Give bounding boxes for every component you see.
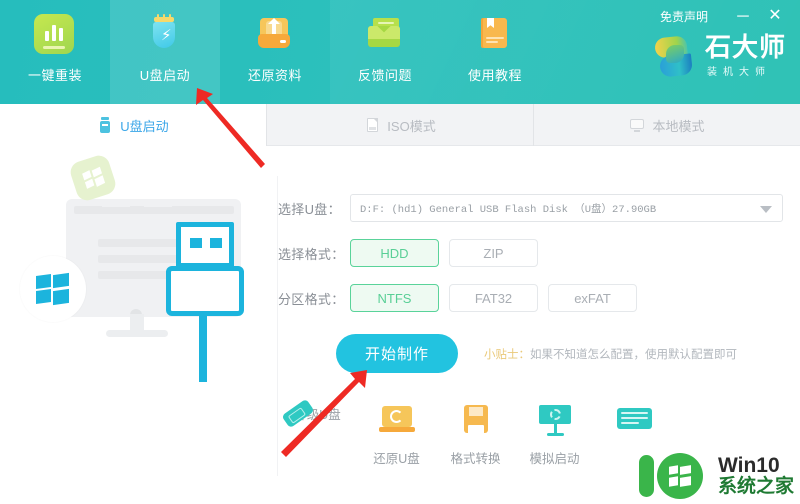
usb-illustration (18, 154, 273, 434)
nav-label: 反馈问题 (358, 65, 412, 84)
tab-iso-mode[interactable]: ISO模式 (267, 104, 534, 146)
usb-select-value: D:F: (hd1) General USB Flash Disk （U盘）27… (351, 201, 656, 216)
chevron-down-icon (760, 206, 772, 213)
usb-select-dropdown[interactable]: D:F: (hd1) General USB Flash Disk （U盘）27… (350, 194, 783, 222)
nav-item-one-key-reinstall[interactable]: 一键重装 (0, 0, 110, 104)
usb-small-icon (97, 117, 113, 133)
nav-item-tutorial[interactable]: 使用教程 (440, 0, 550, 104)
windows-green-tile-icon (68, 153, 118, 203)
usb-select-row: 选择U盘： D:F: (hd1) General USB Flash Disk … (278, 194, 790, 222)
tab-label: U盘启动 (120, 116, 168, 135)
iso-file-icon (364, 117, 380, 133)
watermark-line-1: Win10 (718, 454, 794, 477)
action-row: 开始制作 小贴士：如果不知道怎么配置，使用默认配置即可 (278, 334, 790, 373)
usb-shield-icon: ⚡ (144, 14, 186, 56)
disclaimer-link[interactable]: 免责声明 (660, 8, 708, 25)
tool-format-convert[interactable]: 格式转换 (436, 404, 515, 467)
mode-tabstrip: U盘启动 ISO模式 本地模式 (0, 104, 800, 146)
format-option-zip[interactable]: ZIP (449, 239, 538, 267)
partition-row: 分区格式： NTFS FAT32 exFAT (278, 284, 790, 312)
tab-usb-boot[interactable]: U盘启动 (0, 104, 267, 146)
tip-text: 小贴士：如果不知道怎么配置，使用默认配置即可 (484, 346, 737, 362)
keyboard-icon (614, 404, 654, 438)
monitor-icon (629, 117, 645, 133)
usb-select-label: 选择U盘： (278, 199, 350, 218)
tab-local-mode[interactable]: 本地模式 (534, 104, 800, 146)
nav-label: 一键重装 (28, 65, 82, 84)
format-convert-icon (456, 404, 496, 438)
brand-name: 石大师 (705, 34, 786, 61)
windows-logo-badge (20, 256, 86, 322)
simulate-boot-icon (535, 404, 575, 438)
brand-swirl-icon (653, 35, 697, 77)
tool-label: 还原U盘 (373, 448, 420, 467)
book-icon (474, 14, 516, 56)
partition-option-fat32[interactable]: FAT32 (449, 284, 538, 312)
monitor-foot (106, 330, 168, 337)
chart-icon (34, 14, 76, 56)
tip-prefix: 小贴士： (484, 349, 530, 361)
partition-option-ntfs[interactable]: NTFS (350, 284, 439, 312)
restore-box-icon (254, 14, 296, 56)
nav-label: 还原资料 (248, 65, 302, 84)
tool-upgrade-usb[interactable]: 升级U盘 (278, 404, 357, 467)
brand-logo: 石大师 装机大师 (653, 34, 786, 78)
close-button[interactable]: ✕ (762, 5, 788, 25)
tab-label: 本地模式 (652, 116, 704, 135)
app-header: 一键重装 ⚡ U盘启动 (0, 0, 800, 104)
nav-item-restore-data[interactable]: 还原资料 (220, 0, 330, 104)
partition-option-exfat[interactable]: exFAT (548, 284, 637, 312)
usb-restore-icon (377, 404, 417, 438)
start-create-button[interactable]: 开始制作 (336, 334, 458, 373)
partition-label: 分区格式： (278, 289, 350, 308)
tool-simulate-boot[interactable]: 模拟启动 (515, 404, 594, 467)
tab-label: ISO模式 (387, 116, 435, 135)
tool-label: 格式转换 (450, 448, 500, 467)
tool-label: 模拟启动 (529, 448, 579, 467)
site-watermark: Win10 系统之家 (637, 450, 794, 502)
format-option-hdd[interactable]: HDD (350, 239, 439, 267)
brand-subtitle: 装机大师 (705, 63, 786, 78)
usb-config-form: 选择U盘： D:F: (hd1) General USB Flash Disk … (278, 194, 790, 373)
tool-restore-usb[interactable]: 还原U盘 (357, 404, 436, 467)
nav-item-usb-boot[interactable]: ⚡ U盘启动 (110, 0, 220, 104)
usb-upgrade-icon (281, 399, 314, 428)
nav-item-feedback[interactable]: 反馈问题 (330, 0, 440, 104)
nav-label: 使用教程 (468, 65, 522, 84)
envelope-icon (364, 14, 406, 56)
watermark-line-2: 系统之家 (718, 477, 794, 498)
minimize-button[interactable]: － (730, 5, 756, 25)
usb-plug-illustration (166, 222, 250, 382)
tip-body: 如果不知道怎么配置，使用默认配置即可 (530, 349, 737, 361)
main-nav: 一键重装 ⚡ U盘启动 (0, 0, 550, 104)
format-label: 选择格式： (278, 244, 350, 263)
nav-label: U盘启动 (140, 65, 190, 84)
format-row: 选择格式： HDD ZIP (278, 239, 790, 267)
app-window: 一键重装 ⚡ U盘启动 (0, 0, 800, 504)
win10-logo-icon (637, 450, 711, 502)
